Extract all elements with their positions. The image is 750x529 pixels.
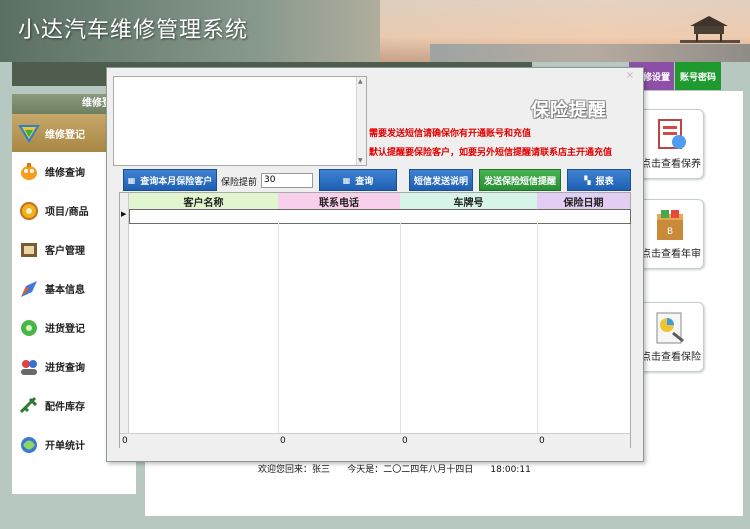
card-label: 点击查看保险	[641, 352, 701, 363]
send-sms-button[interactable]: 发送保险短信提醒	[479, 169, 561, 191]
grid-summary-row: 0 0 0 0	[120, 433, 630, 448]
column-header-phone[interactable]: 联系电话	[278, 193, 401, 209]
header-banner: 小达汽车维修管理系统	[0, 0, 750, 62]
sidebar-item-label: 基本信息	[45, 285, 85, 296]
welcome-text: 欢迎您回来：张三	[258, 465, 331, 475]
account-password-button[interactable]: 账号密码	[675, 62, 721, 90]
card-label: 点击查看年审	[641, 249, 701, 260]
memo-textarea[interactable]: ▲ ▼	[113, 76, 367, 166]
sidebar-item-label: 开单统计	[45, 441, 85, 452]
report-icon: ▚	[584, 175, 591, 185]
column-divider	[537, 222, 538, 434]
current-row-icon: ▶	[121, 210, 127, 218]
card-maintenance[interactable]: 点击查看保养	[636, 109, 704, 179]
summary-phone: 0	[280, 436, 286, 446]
summary-date: 0	[539, 436, 545, 446]
status-footer: 欢迎您回来：张三 今天是：二〇二四年八月十四日 18:00:11	[258, 462, 531, 475]
today-text: 今天是：二〇二四年八月十四日	[347, 465, 474, 475]
card-label: 点击查看保养	[641, 159, 701, 170]
sidebar-item-label: 维修登记	[45, 129, 85, 141]
query-month-button-label: 查询本月保险客户	[140, 176, 213, 187]
sidebar-item-label: 维修查询	[45, 168, 85, 179]
sms-help-button-label: 短信发送说明	[413, 176, 468, 187]
insurance-icon	[656, 312, 684, 344]
time-text: 18:00:11	[490, 465, 531, 475]
column-header-customer[interactable]: 客户名称	[129, 193, 279, 209]
column-header-insurance-date[interactable]: 保险日期	[537, 193, 630, 209]
report-button[interactable]: ▚ 报表	[567, 169, 631, 191]
notice-account: 需要发送短信请确保你有开通账号和充值	[369, 129, 532, 139]
repair-register-icon	[18, 125, 40, 143]
annual-review-icon: B	[657, 210, 683, 240]
column-divider	[278, 222, 279, 434]
app-title: 小达汽车维修管理系统	[18, 18, 249, 43]
scroll-down-icon[interactable]: ▼	[358, 157, 363, 164]
scroll-up-icon[interactable]: ▲	[358, 78, 363, 85]
repair-query-icon	[21, 162, 37, 180]
advance-label: 保险提前	[221, 178, 258, 188]
query-button[interactable]: ▦ 查询	[319, 169, 397, 191]
order-stats-icon	[21, 436, 37, 453]
column-header-plate[interactable]: 车牌号	[400, 193, 538, 209]
row-indicator-column	[120, 193, 129, 433]
advance-days-input[interactable]: 30	[261, 173, 313, 188]
maintenance-icon	[658, 119, 686, 149]
insurance-reminder-dialog: × ▲ ▼ 保险提醒 需要发送短信请确保你有开通账号和充值 默认提醒要保险客户，…	[106, 67, 644, 462]
query-button-label: 查询	[355, 176, 374, 187]
sidebar-item-label: 配件库存	[45, 402, 85, 413]
report-button-label: 报表	[595, 176, 614, 187]
sidebar-item-label: 客户管理	[45, 246, 85, 257]
sms-help-button[interactable]: 短信发送说明	[409, 169, 473, 191]
purchase-query-icon	[21, 359, 37, 375]
sidebar-item-label: 进货查询	[45, 363, 85, 374]
card-annual-review[interactable]: B 点击查看年审	[636, 199, 704, 269]
summary-plate: 0	[402, 436, 408, 446]
purchase-register-icon	[21, 319, 37, 336]
table-row[interactable]	[129, 209, 631, 224]
pier-icon	[680, 16, 740, 43]
customer-icon	[21, 242, 37, 257]
sidebar-item-label: 进货登记	[45, 324, 85, 335]
account-password-button-label: 账号密码	[679, 72, 716, 83]
grid-icon: ▦	[127, 175, 136, 185]
dialog-title: 保险提醒	[531, 100, 607, 121]
memo-scrollbar[interactable]: ▲ ▼	[356, 77, 366, 165]
insurance-grid[interactable]: 客户名称 联系电话 车牌号 保险日期 ▶ 0 0 0 0	[119, 192, 631, 448]
parts-inventory-icon	[19, 396, 38, 413]
notice-default: 默认提醒要保险客户，如要另外短信提醒请联系店主开通充值	[369, 148, 613, 158]
query-month-button[interactable]: ▦ 查询本月保险客户	[123, 169, 217, 191]
svg-text:B: B	[667, 227, 673, 237]
project-goods-icon	[20, 201, 38, 220]
send-sms-button-label: 发送保险短信提醒	[483, 176, 556, 187]
close-icon[interactable]: ×	[623, 70, 637, 82]
column-divider	[400, 222, 401, 434]
grid-icon: ▦	[342, 175, 351, 185]
card-insurance[interactable]: 点击查看保险	[636, 302, 704, 372]
basic-info-icon	[21, 280, 37, 297]
sidebar-item-label: 项目/商品	[45, 207, 89, 218]
summary-customer: 0	[122, 436, 128, 446]
